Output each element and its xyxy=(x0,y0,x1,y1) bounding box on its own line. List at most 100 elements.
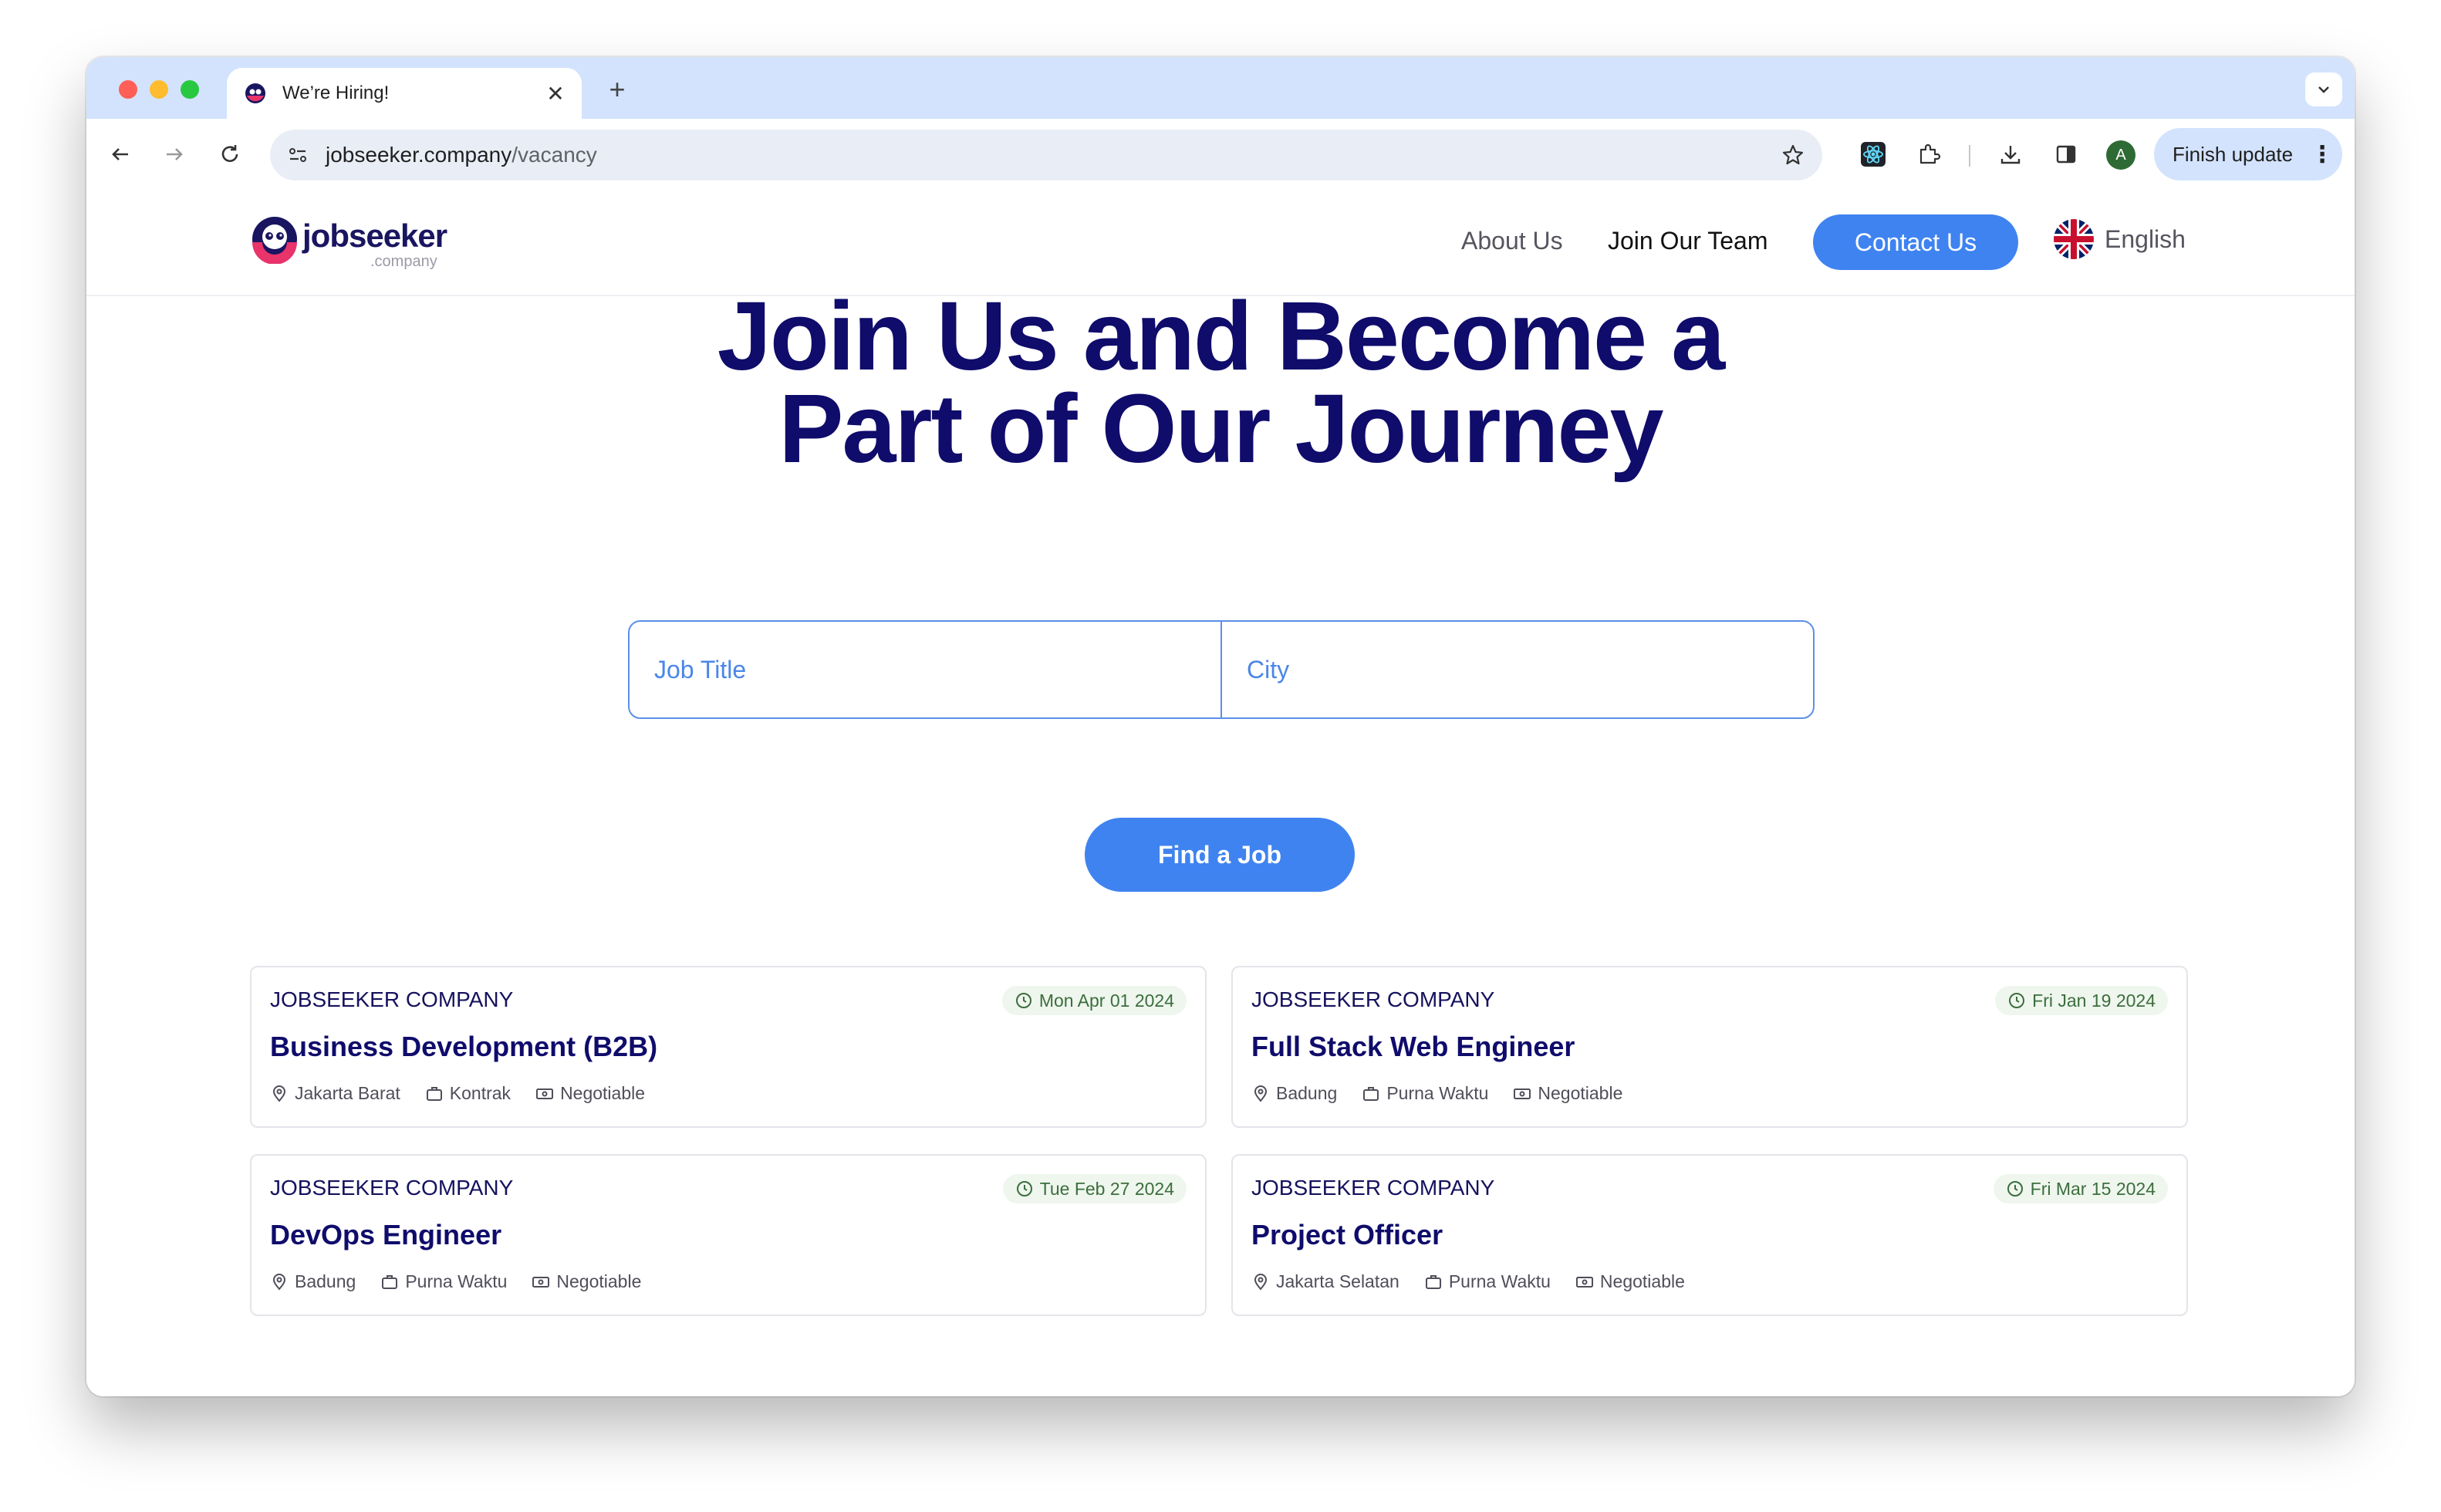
banknote-icon xyxy=(536,1088,554,1099)
language-selector[interactable]: English xyxy=(2054,219,2186,259)
extensions-puzzle-icon[interactable] xyxy=(1910,136,1947,173)
bookmark-star-icon[interactable] xyxy=(1774,137,1811,174)
banknote-icon xyxy=(532,1276,550,1288)
new-tab-button[interactable]: + xyxy=(600,73,634,106)
job-location-text: Jakarta Barat xyxy=(295,1083,400,1103)
job-salary-text: Negotiable xyxy=(1599,1271,1685,1291)
job-company: JOBSEEKER COMPANY xyxy=(270,1176,514,1200)
job-date: Fri Mar 15 2024 xyxy=(2030,1178,2156,1199)
job-location-text: Badung xyxy=(295,1271,356,1291)
site-logo[interactable]: jobseeker .company xyxy=(250,211,458,273)
job-type: Purna Waktu xyxy=(380,1271,507,1292)
contact-us-button[interactable]: Contact Us xyxy=(1813,214,2018,270)
side-panel-icon[interactable] xyxy=(2048,136,2085,173)
hero-title: Join Us and Become a Part of Our Journey xyxy=(86,288,2355,478)
site-info-icon[interactable] xyxy=(282,140,313,170)
address-bar[interactable]: jobseeker.company/vacancy xyxy=(270,130,1822,181)
job-type-text: Kontrak xyxy=(449,1083,511,1103)
job-date: Fri Jan 19 2024 xyxy=(2032,990,2156,1011)
profile-avatar[interactable]: A xyxy=(2106,140,2135,170)
job-title[interactable]: Business Development (B2B) xyxy=(270,1031,657,1063)
minimize-window-button[interactable] xyxy=(150,80,168,99)
nav-join-our-team[interactable]: Join Our Team xyxy=(1608,227,1768,255)
job-company: JOBSEEKER COMPANY xyxy=(1251,1176,1495,1200)
reload-icon xyxy=(221,145,238,162)
job-date-badge: Mon Apr 01 2024 xyxy=(1001,986,1187,1015)
job-salary: Negotiable xyxy=(1513,1083,1622,1104)
job-salary: Negotiable xyxy=(532,1271,641,1292)
job-salary-text: Negotiable xyxy=(560,1083,646,1103)
job-salary: Negotiable xyxy=(1575,1271,1685,1292)
job-type-text: Purna Waktu xyxy=(1448,1271,1551,1291)
react-devtools-icon[interactable] xyxy=(1855,136,1892,173)
more-vertical-icon[interactable]: ⋮ xyxy=(2310,141,2334,168)
job-title[interactable]: Project Officer xyxy=(1251,1219,1443,1251)
job-card[interactable]: JOBSEEKER COMPANY Fri Jan 19 2024 Full S… xyxy=(1231,966,2188,1128)
job-location-text: Jakarta Selatan xyxy=(1276,1271,1399,1291)
nav-about-us[interactable]: About Us xyxy=(1461,227,1563,255)
job-type: Purna Waktu xyxy=(1424,1271,1551,1292)
job-location: Jakarta Barat xyxy=(270,1083,400,1104)
briefcase-icon xyxy=(426,1086,442,1101)
city-input[interactable]: City xyxy=(1220,622,1813,717)
job-location: Badung xyxy=(1251,1083,1337,1104)
chevron-down-icon xyxy=(2318,86,2329,93)
language-label: English xyxy=(2105,224,2186,253)
tab-bar: We’re Hiring! ✕ + xyxy=(86,57,2355,119)
maximize-window-button[interactable] xyxy=(181,80,199,99)
job-meta: Badung Purna Waktu Negotiable xyxy=(270,1271,666,1292)
url-host: jobseeker.company xyxy=(326,143,512,167)
uk-flag-icon xyxy=(2054,219,2094,259)
job-type: Purna Waktu xyxy=(1362,1083,1488,1104)
job-salary-text: Negotiable xyxy=(1538,1083,1623,1103)
briefcase-icon xyxy=(1425,1274,1441,1289)
job-company: JOBSEEKER COMPANY xyxy=(270,987,514,1011)
job-date-badge: Fri Mar 15 2024 xyxy=(1993,1174,2168,1203)
job-type: Kontrak xyxy=(425,1083,511,1104)
job-location: Badung xyxy=(270,1271,356,1292)
back-button[interactable] xyxy=(102,136,139,173)
briefcase-icon xyxy=(382,1274,398,1289)
logo-subtext: .company xyxy=(370,253,437,270)
job-location: Jakarta Selatan xyxy=(1251,1271,1399,1292)
banknote-icon xyxy=(1575,1276,1593,1288)
job-meta: Jakarta Selatan Purna Waktu Negotiable xyxy=(1251,1271,1710,1292)
toolbar-divider xyxy=(1969,145,1970,167)
clock-icon xyxy=(2007,1181,2023,1196)
close-icon[interactable]: ✕ xyxy=(540,78,571,109)
logo-text: jobseeker xyxy=(302,218,447,254)
finish-update-label: Finish update xyxy=(2173,142,2294,166)
close-window-button[interactable] xyxy=(119,80,137,99)
forward-button[interactable] xyxy=(156,136,193,173)
find-a-job-button[interactable]: Find a Job xyxy=(1085,818,1355,892)
reload-button[interactable] xyxy=(211,136,248,173)
map-pin-icon xyxy=(1254,1273,1268,1291)
jobseeker-logo-icon xyxy=(252,217,297,264)
job-title-input[interactable]: Job Title xyxy=(630,622,1220,717)
clock-icon xyxy=(2009,993,2025,1008)
job-search-form: Job Title City xyxy=(628,620,1815,719)
banknote-icon xyxy=(1514,1088,1531,1099)
map-pin-icon xyxy=(272,1273,286,1291)
job-salary: Negotiable xyxy=(535,1083,645,1104)
job-title[interactable]: DevOps Engineer xyxy=(270,1219,501,1251)
job-card[interactable]: JOBSEEKER COMPANY Fri Mar 15 2024 Projec… xyxy=(1231,1154,2188,1316)
job-card[interactable]: JOBSEEKER COMPANY Mon Apr 01 2024 Busine… xyxy=(250,966,1207,1128)
job-location-text: Badung xyxy=(1276,1083,1338,1103)
job-title[interactable]: Full Stack Web Engineer xyxy=(1251,1031,1575,1063)
map-pin-icon xyxy=(1254,1085,1268,1102)
jobseeker-favicon-icon xyxy=(245,83,265,103)
job-meta: Jakarta Barat Kontrak Negotiable xyxy=(270,1083,670,1104)
job-card[interactable]: JOBSEEKER COMPANY Tue Feb 27 2024 DevOps… xyxy=(250,1154,1207,1316)
clock-icon xyxy=(1016,1181,1032,1196)
job-date-badge: Fri Jan 19 2024 xyxy=(1995,986,2168,1015)
window-controls xyxy=(119,80,199,99)
job-salary-text: Negotiable xyxy=(556,1271,642,1291)
tab-active[interactable]: We’re Hiring! ✕ xyxy=(227,68,582,119)
url-text: jobseeker.company/vacancy xyxy=(326,143,1774,167)
tab-search-button[interactable] xyxy=(2305,73,2342,106)
job-meta: Badung Purna Waktu Negotiable xyxy=(1251,1083,1647,1104)
download-icon[interactable] xyxy=(1992,136,2029,173)
briefcase-icon xyxy=(1363,1086,1379,1101)
finish-update-button[interactable]: Finish update ⋮ xyxy=(2154,128,2342,181)
